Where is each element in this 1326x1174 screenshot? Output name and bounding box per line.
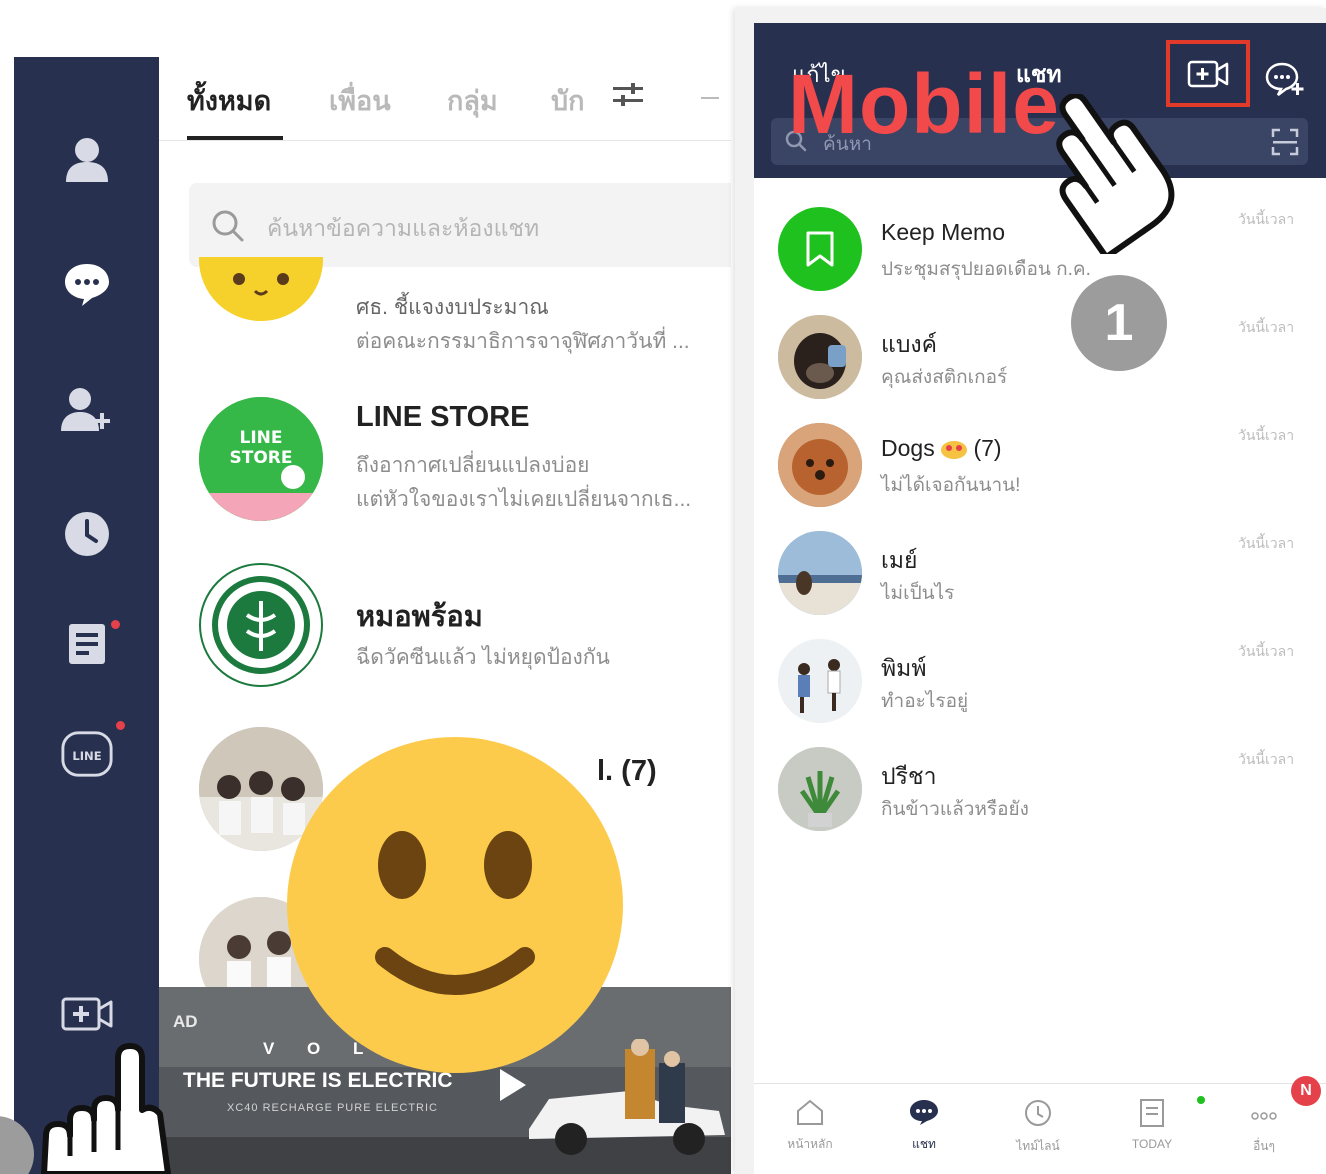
desktop-search-bar[interactable]: ค้นหาข้อความและห้องแชท bbox=[189, 183, 731, 267]
list-item[interactable]: LINE STORE LINE STORE ถึงอากาศเปลี่ยนแปลง… bbox=[199, 397, 731, 525]
avatar bbox=[778, 315, 862, 399]
chat-message: ทำอะไรอยู่ bbox=[881, 691, 969, 712]
tab-bar: ทั้งหมด เพื่อน กลุ่ม บัก bbox=[159, 57, 731, 141]
nav-today[interactable]: TODAY bbox=[1104, 1098, 1200, 1151]
filter-icon[interactable] bbox=[611, 81, 645, 114]
news-icon bbox=[1140, 1099, 1164, 1127]
heart-eyes-emoji-icon bbox=[941, 440, 968, 459]
bottom-nav: หน้าหลัก แชท ไทม์ไลน์ TODAY อื่นๆ N bbox=[754, 1076, 1326, 1174]
chat-preview-line1: ศธ. ชี้แจงงบประมาณ bbox=[356, 296, 549, 319]
chat-name: แบงค์ bbox=[881, 331, 938, 357]
member-count: (7) bbox=[973, 435, 1002, 461]
active-tab-indicator bbox=[187, 136, 283, 140]
clock-icon bbox=[1025, 1100, 1051, 1126]
chat-preview-line2: ต่อคณะกรรมาธิการจาจุฬิศภาวันที่ ... bbox=[356, 330, 690, 353]
nav-home[interactable]: หน้าหลัก bbox=[762, 1098, 858, 1154]
chat-name: Dogs (7) bbox=[881, 435, 1002, 461]
avatar bbox=[778, 423, 862, 507]
tab-friends[interactable]: เพื่อน bbox=[329, 79, 391, 122]
avatar bbox=[778, 747, 862, 831]
tab-all[interactable]: ทั้งหมด bbox=[187, 79, 271, 122]
nav-today-label: TODAY bbox=[1131, 1137, 1173, 1151]
chat-time: วันนี้เวลา bbox=[1238, 427, 1295, 443]
clock-icon[interactable] bbox=[60, 507, 114, 561]
chat-preview-line2: แต่หัวใจของเราไม่เคยเปลี่ยนจากเธ... bbox=[356, 488, 692, 511]
line-store-avatar: LINE STORE bbox=[199, 397, 323, 521]
svg-text:LINE: LINE bbox=[72, 749, 101, 763]
nav-timeline[interactable]: ไทม์ไลน์ bbox=[990, 1098, 1086, 1156]
video-call-icon[interactable] bbox=[60, 987, 114, 1041]
smiley-face-icon bbox=[287, 737, 623, 1073]
list-item[interactable]: พิมพ์ ทำอะไรอยู่ วันนี้เวลา bbox=[754, 639, 1326, 747]
ad-badge: AD bbox=[173, 1012, 198, 1031]
minimize-icon[interactable] bbox=[701, 97, 719, 99]
chat-name: ปรีชา bbox=[881, 763, 937, 789]
chat-preview-line1: ถึงอากาศเปลี่ยนแปลงบ่อย bbox=[356, 454, 590, 477]
moh-prompt-avatar bbox=[199, 563, 323, 687]
video-call-icon bbox=[1187, 60, 1229, 87]
search-placeholder: ค้นหาข้อความและห้องแชท bbox=[267, 215, 540, 241]
chat-message: ไม่เป็นไร bbox=[881, 583, 955, 604]
chat-message: คุณส่งสติกเกอร์ bbox=[881, 367, 1008, 388]
chat-preview-line1: ฉีดวัคซีนแล้ว ไม่หยุดป้องกัน bbox=[356, 646, 610, 669]
avatar bbox=[199, 257, 323, 321]
list-item[interactable]: ศธ. ชี้แจงงบประมาณ ต่อคณะกรรมาธิการจาจุฬ… bbox=[199, 257, 731, 385]
search-icon bbox=[211, 209, 245, 248]
add-friend-icon[interactable] bbox=[60, 383, 114, 437]
avatar bbox=[778, 639, 862, 723]
list-item[interactable]: Dogs (7) ไม่ได้เจอกันนาน! วันนี้เวลา bbox=[754, 423, 1326, 531]
pointing-hand-icon bbox=[1018, 92, 1188, 261]
step-number-badge: 1 bbox=[1071, 275, 1167, 371]
bookmark-icon bbox=[778, 207, 862, 291]
chat-message: กินข้าวแล้วหรือยัง bbox=[881, 799, 1029, 820]
nav-more[interactable]: อื่นๆ bbox=[1216, 1098, 1312, 1156]
notification-dot bbox=[1197, 1096, 1205, 1104]
chat-time: วันนี้เวลา bbox=[1238, 319, 1295, 335]
list-item[interactable]: ปรีชา กินข้าวแล้วหรือยัง วันนี้เวลา bbox=[754, 747, 1326, 855]
desktop-sidebar: LINE bbox=[14, 57, 159, 1174]
person-icon[interactable] bbox=[60, 133, 114, 187]
line-icon[interactable]: LINE bbox=[60, 727, 114, 781]
scan-icon[interactable] bbox=[1271, 128, 1299, 161]
avatar bbox=[778, 531, 862, 615]
tab-groups[interactable]: กลุ่ม bbox=[447, 79, 498, 122]
nav-more-label: อื่นๆ bbox=[1253, 1139, 1275, 1153]
ad-subline: XC40 RECHARGE PURE ELECTRIC bbox=[227, 1102, 438, 1114]
svg-text:LINE: LINE bbox=[240, 428, 283, 448]
chat-time: วันนี้เวลา bbox=[1238, 535, 1295, 551]
chat-name: หมอพร้อม bbox=[356, 601, 483, 633]
chat-time: วันนี้เวลา bbox=[1238, 643, 1295, 659]
list-item[interactable]: แบงค์ คุณส่งสติกเกอร์ วันนี้เวลา bbox=[754, 315, 1326, 423]
notification-dot bbox=[116, 721, 125, 730]
new-chat-icon[interactable] bbox=[1264, 61, 1304, 102]
notification-badge: N bbox=[1291, 1076, 1321, 1106]
chat-name: เมย์ bbox=[881, 547, 918, 573]
chat-icon[interactable] bbox=[60, 257, 114, 311]
chat-name: LINE STORE bbox=[356, 401, 530, 433]
list-item[interactable]: หมอพร้อม ฉีดวัคซีนแล้ว ไม่หยุดป้องกัน bbox=[199, 563, 731, 691]
chat-icon bbox=[910, 1100, 938, 1125]
pointing-hand-icon bbox=[34, 1040, 174, 1174]
chat-time: วันนี้เวลา bbox=[1238, 211, 1295, 227]
svg-text:STORE: STORE bbox=[230, 448, 293, 468]
nav-chats-label: แชท bbox=[912, 1137, 936, 1151]
list-item[interactable]: เมย์ ไม่เป็นไร วันนี้เวลา bbox=[754, 531, 1326, 639]
chat-time: วันนี้เวลา bbox=[1238, 751, 1295, 767]
nav-chats[interactable]: แชท bbox=[876, 1098, 972, 1154]
nav-home-label: หน้าหลัก bbox=[787, 1137, 833, 1151]
chat-message: ไม่ได้เจอกันนาน! bbox=[881, 475, 1021, 496]
more-icon bbox=[1251, 1112, 1277, 1120]
nav-timeline-label: ไทม์ไลน์ bbox=[1016, 1139, 1060, 1153]
chat-name: พิมพ์ bbox=[881, 655, 927, 681]
note-icon[interactable] bbox=[60, 617, 114, 671]
tab-more[interactable]: บัก bbox=[551, 79, 585, 122]
home-icon bbox=[797, 1099, 823, 1125]
notification-dot bbox=[111, 620, 120, 629]
chat-name: Keep Memo bbox=[881, 219, 1006, 245]
